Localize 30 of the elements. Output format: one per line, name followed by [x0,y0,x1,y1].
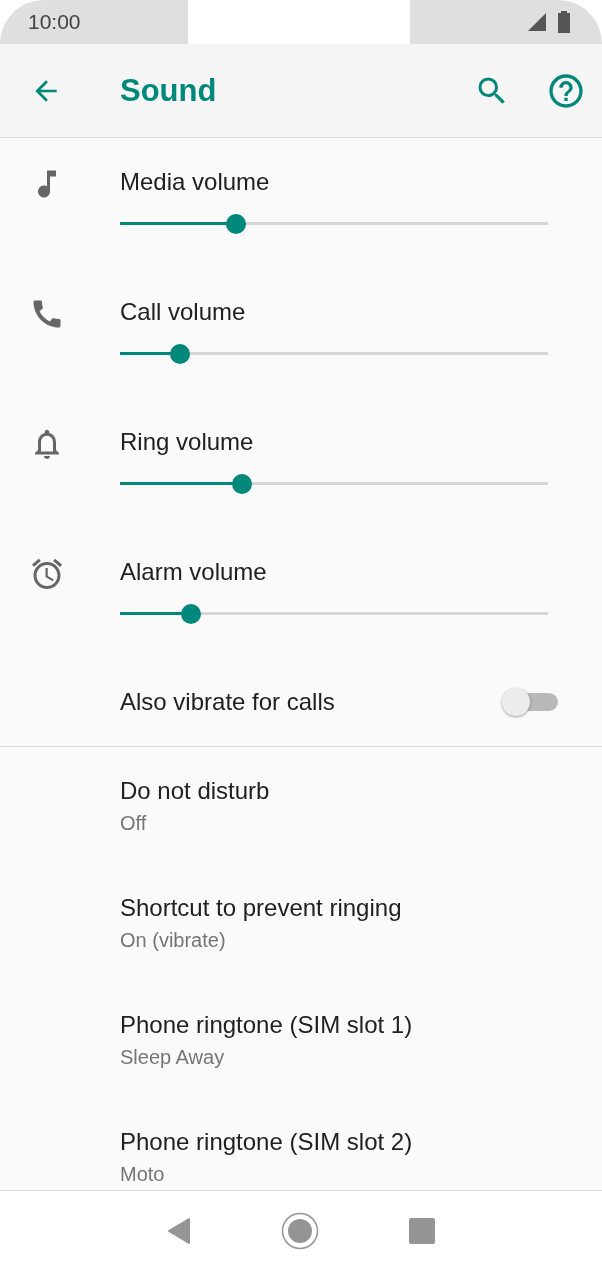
alarm-clock-icon [29,556,65,592]
status-time: 10:00 [28,10,81,34]
volume-label: Alarm volume [120,557,268,587]
setting-summary: Moto [120,1162,166,1187]
page-title: Sound [120,72,218,109]
slider-thumb[interactable] [181,604,202,624]
vibrate-label: Also vibrate for calls [120,687,335,717]
setting-title[interactable]: Do not disturb [120,775,602,807]
nav-home-button[interactable] [281,1211,319,1250]
signal-icon [528,13,546,31]
setting-summary: On (vibrate) [120,928,227,953]
vibrate-switch[interactable] [500,688,558,716]
volume-slider[interactable] [120,474,548,494]
volume-slider[interactable] [120,344,548,364]
battery-icon [558,11,570,33]
setting-summary: Sleep Away [120,1045,226,1070]
setting-summary: Off [120,811,148,836]
slider-thumb[interactable] [169,344,190,364]
volume-label: Media volume [120,167,271,197]
volume-slider[interactable] [120,604,548,624]
volume-label: Call volume [120,297,247,327]
setting-title[interactable]: Phone ringtone (SIM slot 2) [120,1126,602,1158]
setting-title[interactable]: Phone ringtone (SIM slot 1) [120,1009,602,1041]
volume-slider[interactable] [120,214,548,234]
setting-title[interactable]: Shortcut to prevent ringing [120,892,602,924]
nav-back-button[interactable] [167,1216,191,1245]
slider-thumb[interactable] [225,214,246,234]
nav-recents-button[interactable] [409,1217,435,1244]
volume-label: Ring volume [120,427,255,457]
slider-thumb[interactable] [231,474,252,494]
